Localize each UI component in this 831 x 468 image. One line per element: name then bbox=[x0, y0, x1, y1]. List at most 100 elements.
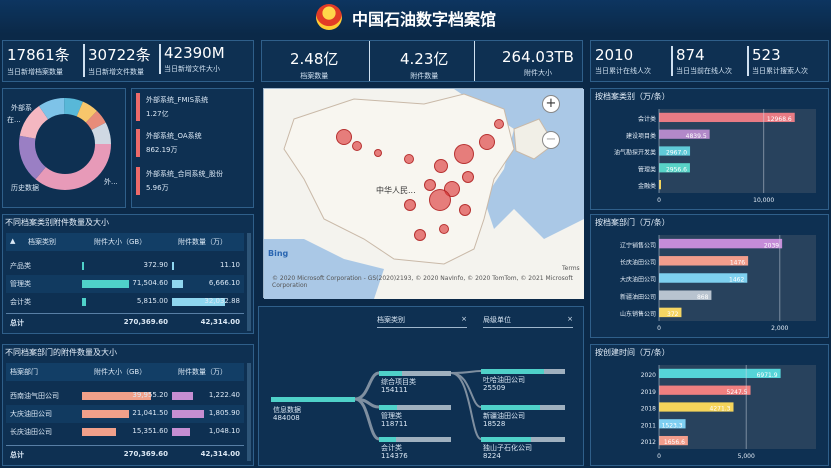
table-row[interactable]: 大庆油田公司 21,041.50 1,805.90 bbox=[6, 405, 244, 423]
table-dept-panel: 不同档案部门的附件数量及大小 档案部门 附件大小（GB） 附件数量（万） 西南油… bbox=[2, 344, 254, 466]
map-marker[interactable] bbox=[429, 189, 451, 211]
column-header[interactable]: 附件数量（万） bbox=[178, 367, 227, 377]
size-bar bbox=[82, 428, 117, 436]
tree-node-bar[interactable] bbox=[379, 405, 451, 410]
kpi-value: 4.23亿 bbox=[400, 50, 449, 68]
chart-title: 按档案类别（万/条） bbox=[595, 92, 670, 101]
data-label: 2039 bbox=[764, 242, 779, 249]
column-header[interactable]: 档案类别 bbox=[28, 237, 56, 247]
map-marker[interactable] bbox=[479, 134, 495, 150]
kpi-value: 874 bbox=[676, 46, 705, 64]
dept-bar-chart[interactable]: 辽宁销售公司 2039 长庆油田公司 1476 大庆油田公司 1462 新疆油田公司 868 山… bbox=[591, 229, 830, 337]
scrollbar[interactable] bbox=[247, 233, 251, 331]
table-total-row: 总计 270,369.60 42,314.00 bbox=[6, 445, 244, 463]
map-marker[interactable] bbox=[336, 129, 352, 145]
map-marker[interactable] bbox=[454, 144, 474, 164]
system-name: 外部系统_OA系统 bbox=[146, 132, 202, 140]
tree-node-value: 8224 bbox=[483, 452, 501, 460]
row-size: 15,351.60 bbox=[132, 427, 168, 435]
map-marker[interactable] bbox=[374, 149, 382, 157]
kpi-label: 当日累计在线人次 bbox=[595, 67, 651, 75]
row-size: 71,504.60 bbox=[132, 279, 168, 287]
divider bbox=[474, 41, 475, 81]
kpi-value: 523 bbox=[752, 46, 781, 64]
column-header[interactable]: 附件大小（GB） bbox=[94, 237, 146, 247]
tree-node-bar[interactable] bbox=[379, 437, 451, 442]
category-label: 2011 bbox=[641, 422, 656, 429]
category-label: 大庆油田公司 bbox=[620, 276, 656, 284]
table-row[interactable]: 会计类 5,815.00 32,032.88 bbox=[6, 293, 244, 311]
total-label: 总计 bbox=[10, 451, 24, 459]
tree-node-bar[interactable] bbox=[271, 397, 355, 402]
table-title: 不同档案部门的附件数量及大小 bbox=[5, 348, 117, 357]
scrollbar[interactable] bbox=[247, 363, 251, 461]
map-marker[interactable] bbox=[494, 119, 504, 129]
system-item[interactable]: 外部系统_OA系统 862.19万 bbox=[136, 129, 250, 157]
donut-panel: 外部系 在... 历史数据 外... bbox=[2, 88, 126, 208]
tree-node-value: 484008 bbox=[273, 414, 300, 422]
total-count: 42,314.00 bbox=[200, 450, 240, 458]
data-label: 1476 bbox=[730, 260, 745, 267]
tick-label: 0 bbox=[657, 453, 661, 460]
petrochina-logo bbox=[316, 4, 342, 30]
map-marker[interactable] bbox=[434, 159, 448, 173]
data-label: 1523.3 bbox=[662, 422, 683, 429]
zoom-in-button[interactable]: + bbox=[542, 95, 560, 113]
row-count: 11.10 bbox=[219, 261, 240, 269]
tree-node-bar[interactable] bbox=[379, 371, 451, 376]
column-header[interactable]: 附件大小（GB） bbox=[94, 367, 146, 377]
china-map[interactable]: 中华人民... + − Bing © 2020 Microsoft Corpor… bbox=[263, 88, 584, 299]
sort-icon[interactable]: ▲ bbox=[10, 237, 15, 245]
row-count: 32,032.88 bbox=[204, 297, 240, 305]
kpi-label: 档案数量 bbox=[300, 72, 329, 80]
kpi-label: 当日新增档案数量 bbox=[7, 68, 63, 76]
row-size: 21,041.50 bbox=[132, 409, 168, 417]
table-header-row: ▲ 档案类别 附件大小（GB） 附件数量（万） bbox=[6, 233, 244, 251]
table-row[interactable]: 长庆油田公司 15,351.60 1,048.10 bbox=[6, 423, 244, 441]
chart-title: 按档案部门（万/条） bbox=[595, 218, 670, 227]
year-bar-chart[interactable]: 2020 6971.9 2019 5247.5 2018 4271.3 2011 1523.3… bbox=[591, 359, 830, 465]
category-label: 2018 bbox=[641, 406, 656, 413]
map-marker[interactable] bbox=[462, 171, 474, 183]
tree-node-bar[interactable] bbox=[481, 437, 565, 442]
zoom-out-button[interactable]: − bbox=[542, 131, 560, 149]
map-marker[interactable] bbox=[459, 204, 471, 216]
system-tag bbox=[136, 167, 140, 195]
system-item[interactable]: 外部系统_FMIS系统 1.27亿 bbox=[136, 93, 250, 121]
map-marker[interactable] bbox=[352, 141, 362, 151]
map-marker[interactable] bbox=[404, 199, 416, 211]
row-size: 39,955.20 bbox=[132, 391, 168, 399]
kpi-label: 当日新增文件数量 bbox=[88, 68, 144, 76]
category-label: 辽宁销售公司 bbox=[620, 241, 656, 249]
system-item[interactable]: 外部系统_合同系统_股份 5.96万 bbox=[136, 167, 250, 195]
table-row[interactable]: 管理类 71,504.60 6,666.10 bbox=[6, 275, 244, 293]
divider bbox=[369, 41, 370, 81]
map-marker[interactable] bbox=[439, 224, 449, 234]
kpi-value: 17861条 bbox=[7, 46, 70, 64]
map-marker[interactable] bbox=[404, 154, 414, 164]
tree-node-bar[interactable] bbox=[481, 405, 565, 410]
kpi-value: 42390M bbox=[164, 44, 225, 62]
tree-node-bar[interactable] bbox=[481, 369, 565, 374]
tree-node-value: 118711 bbox=[381, 420, 408, 428]
table-row[interactable]: 西南油气田公司 39,955.20 1,222.40 bbox=[6, 387, 244, 405]
row-name: 产品类 bbox=[10, 262, 31, 270]
data-label: 4271.3 bbox=[710, 406, 731, 413]
tick-label: 10,000 bbox=[753, 197, 774, 204]
map-marker[interactable] bbox=[414, 229, 426, 241]
column-header[interactable]: 附件数量（万） bbox=[178, 237, 227, 247]
table-category-panel: 不同档案类别附件数量及大小 ▲ 档案类别 附件大小（GB） 附件数量（万） 产品… bbox=[2, 214, 254, 334]
category-label: 山东销售公司 bbox=[620, 310, 656, 318]
data-label: 6971.9 bbox=[757, 372, 778, 379]
category-label: 管理类 bbox=[638, 165, 656, 173]
kpi-value: 2010 bbox=[595, 46, 634, 64]
table-row[interactable]: 产品类 372.90 11.10 bbox=[6, 257, 244, 275]
category-bar-chart[interactable]: 会计类 12968.6 建设项目类 4839.5 油气勘探开发类 2967.0 管理类 295… bbox=[591, 103, 830, 209]
system-tag bbox=[136, 93, 140, 121]
donut-label: 在... bbox=[7, 116, 21, 124]
map-terms-link[interactable]: Terms bbox=[562, 265, 580, 272]
data-label: 4839.5 bbox=[686, 133, 707, 140]
column-header[interactable]: 档案部门 bbox=[10, 367, 38, 377]
count-bar bbox=[172, 262, 174, 270]
data-label: 2967.0 bbox=[666, 150, 687, 157]
